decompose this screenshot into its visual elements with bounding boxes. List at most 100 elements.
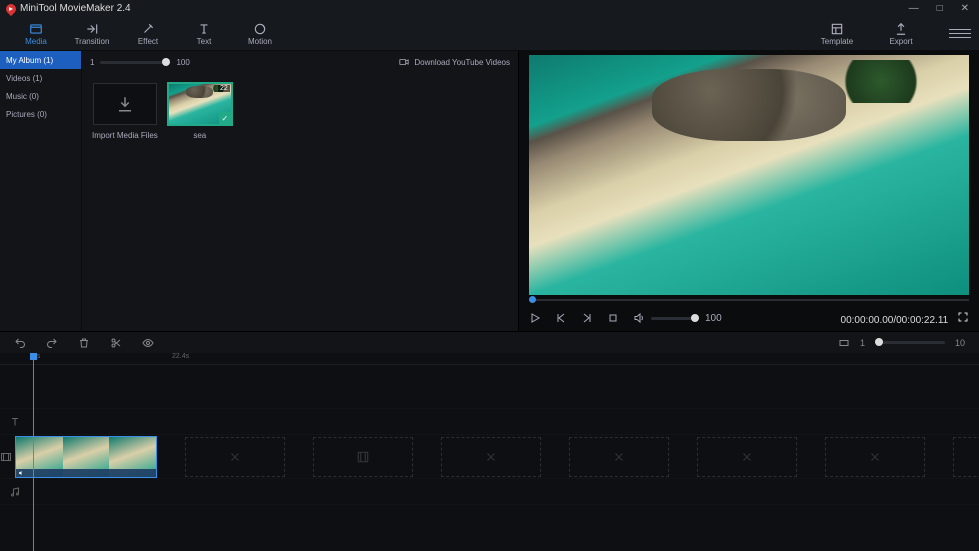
maximize-button[interactable]: □ bbox=[933, 3, 947, 14]
media-pane: 1 100 Download YouTube Videos Import Med… bbox=[81, 51, 518, 331]
sidebar-item-music[interactable]: Music (0) bbox=[0, 87, 81, 105]
empty-slot[interactable] bbox=[313, 437, 413, 477]
transition-slot[interactable] bbox=[825, 437, 925, 477]
media-thumb-sea[interactable]: 22 ✓ bbox=[168, 83, 232, 125]
clip-audio-bar bbox=[16, 469, 156, 477]
titlebar: MiniTool MovieMaker 2.4 — □ ✕ bbox=[0, 0, 979, 17]
time-current: 00:00:00.00 bbox=[841, 315, 894, 326]
menu-button[interactable] bbox=[949, 29, 971, 38]
fullscreen-button[interactable] bbox=[957, 311, 969, 323]
check-icon: ✓ bbox=[219, 112, 231, 124]
transition-slot[interactable] bbox=[185, 437, 285, 477]
app-title: MiniTool MovieMaker 2.4 bbox=[20, 3, 131, 14]
text-icon bbox=[197, 22, 211, 36]
sidebar-item-myalbum[interactable]: My Album (1) bbox=[0, 51, 81, 69]
video-track-icon bbox=[0, 451, 12, 463]
spacer-row bbox=[0, 365, 979, 409]
minimize-button[interactable]: — bbox=[905, 3, 923, 14]
playhead[interactable] bbox=[33, 353, 34, 551]
zoom-max: 10 bbox=[955, 338, 965, 348]
fit-timeline-button[interactable] bbox=[838, 337, 850, 349]
audio-track-header bbox=[0, 479, 30, 504]
tab-effect-label: Effect bbox=[138, 37, 158, 46]
download-youtube-button[interactable]: Download YouTube Videos bbox=[398, 57, 510, 67]
tab-template[interactable]: Template bbox=[809, 18, 865, 50]
import-icon bbox=[116, 95, 134, 113]
effect-icon bbox=[141, 22, 155, 36]
sidebar-videos-count: (1) bbox=[33, 74, 43, 83]
main-toolbar: Media Transition Effect Text Motion Temp… bbox=[0, 17, 979, 51]
export-button[interactable]: Export bbox=[873, 18, 929, 50]
tab-transition-label: Transition bbox=[75, 37, 110, 46]
video-icon bbox=[398, 57, 410, 67]
media-sidebar: My Album (1) Videos (1) Music (0) Pictur… bbox=[0, 51, 81, 331]
preview-scrubber[interactable] bbox=[529, 295, 969, 305]
export-label: Export bbox=[889, 37, 912, 46]
export-icon bbox=[894, 22, 908, 36]
undo-button[interactable] bbox=[14, 337, 26, 349]
prev-frame-button[interactable] bbox=[555, 312, 567, 324]
import-media-label: Import Media Files bbox=[92, 131, 158, 140]
preview-pane: 100 00:00:00.00/00:00:22.11 bbox=[518, 51, 979, 331]
video-track[interactable] bbox=[0, 435, 979, 479]
tab-text[interactable]: Text bbox=[176, 18, 232, 50]
film-icon bbox=[356, 450, 370, 464]
volume-slider[interactable] bbox=[651, 317, 699, 320]
import-media-button[interactable] bbox=[93, 83, 157, 125]
volume-icon[interactable] bbox=[633, 312, 645, 324]
sidebar-videos-label: Videos bbox=[6, 74, 30, 83]
music-track-icon bbox=[9, 486, 21, 498]
tab-text-label: Text bbox=[197, 37, 212, 46]
zoom-value: 1 bbox=[860, 338, 865, 348]
audio-track[interactable] bbox=[0, 479, 979, 505]
tab-media[interactable]: Media bbox=[8, 18, 64, 50]
video-track-header bbox=[0, 435, 12, 478]
zoom-slider[interactable] bbox=[875, 341, 945, 344]
tab-media-label: Media bbox=[25, 37, 47, 46]
sidebar-music-label: Music bbox=[6, 92, 27, 101]
text-track-icon bbox=[9, 416, 21, 428]
transition-slot[interactable] bbox=[441, 437, 541, 477]
text-track[interactable] bbox=[0, 409, 979, 435]
sidebar-item-pictures[interactable]: Pictures (0) bbox=[0, 105, 81, 123]
transition-icon bbox=[85, 22, 99, 36]
motion-icon bbox=[253, 22, 267, 36]
transition-slot-icon bbox=[868, 450, 882, 464]
sidebar-music-count: (0) bbox=[29, 92, 39, 101]
timeline-ruler[interactable]: 0s 22.4s bbox=[0, 353, 979, 365]
volume-value: 100 bbox=[705, 313, 722, 324]
timeline-clip-sea[interactable] bbox=[15, 436, 157, 478]
sidebar-myalbum-label: My Album bbox=[6, 56, 41, 65]
split-button[interactable] bbox=[110, 337, 122, 349]
ruler-tick-1: 22.4s bbox=[172, 353, 189, 360]
sidebar-item-videos[interactable]: Videos (1) bbox=[0, 69, 81, 87]
stop-button[interactable] bbox=[607, 312, 619, 324]
timeline: 0s 22.4s bbox=[0, 353, 979, 551]
thumb-size-value: 100 bbox=[176, 58, 189, 67]
text-track-header bbox=[0, 409, 30, 434]
delete-button[interactable] bbox=[78, 337, 90, 349]
time-total: 00:00:22.11 bbox=[896, 315, 948, 326]
play-button[interactable] bbox=[529, 312, 541, 324]
tab-motion[interactable]: Motion bbox=[232, 18, 288, 50]
template-icon bbox=[830, 22, 844, 36]
clip-audio-icon bbox=[18, 470, 24, 476]
media-thumb-duration: 22 bbox=[218, 85, 230, 92]
transition-slot-icon bbox=[228, 450, 242, 464]
preview-viewport bbox=[529, 55, 969, 295]
thumb-size-slider[interactable] bbox=[100, 61, 170, 64]
redo-button[interactable] bbox=[46, 337, 58, 349]
close-button[interactable]: ✕ bbox=[957, 3, 973, 14]
preview-toggle-button[interactable] bbox=[142, 337, 154, 349]
sidebar-pictures-label: Pictures bbox=[6, 110, 35, 119]
transition-slot[interactable] bbox=[697, 437, 797, 477]
tab-motion-label: Motion bbox=[248, 37, 272, 46]
app-logo bbox=[4, 1, 18, 15]
tab-effect[interactable]: Effect bbox=[120, 18, 176, 50]
transition-slot[interactable] bbox=[569, 437, 669, 477]
transition-slot[interactable] bbox=[953, 437, 979, 477]
tab-transition[interactable]: Transition bbox=[64, 18, 120, 50]
transition-slot-icon bbox=[484, 450, 498, 464]
download-youtube-label: Download YouTube Videos bbox=[414, 58, 510, 67]
next-frame-button[interactable] bbox=[581, 312, 593, 324]
